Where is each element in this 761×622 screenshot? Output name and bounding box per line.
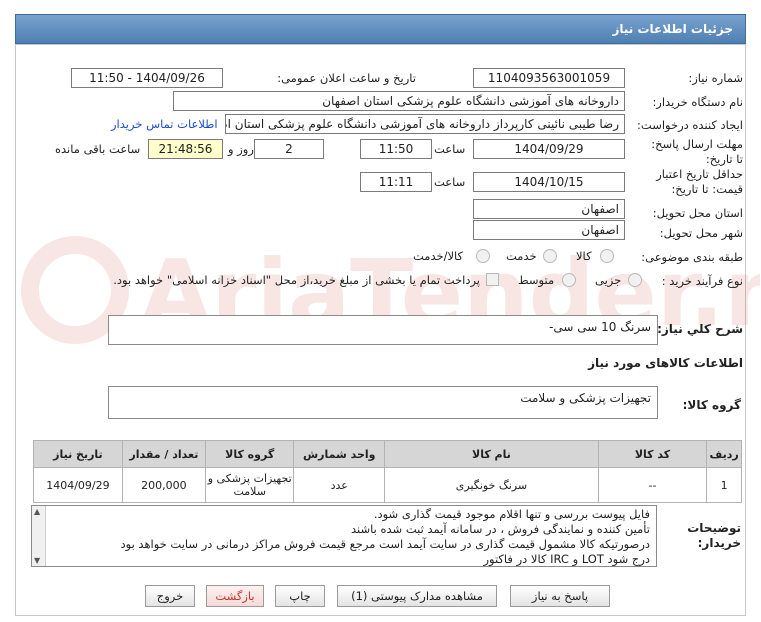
process-option-minor: جزیی	[595, 273, 622, 287]
back-button[interactable]: بازگشت	[206, 585, 264, 607]
cell-quantity: 200,000	[121, 467, 206, 503]
col-header-date: تاریخ نیاز	[33, 440, 123, 468]
col-header-name: نام کالا	[384, 440, 599, 468]
page-header: جزئیات اطلاعات نیاز	[15, 14, 746, 44]
col-header-row-number: ردیف	[706, 440, 742, 468]
exit-button[interactable]: خروج	[145, 585, 195, 607]
need-number-label: شماره نیاز:	[688, 71, 743, 85]
scroll-up-icon[interactable]: ▲	[34, 507, 40, 516]
province-field: اصفهان	[473, 199, 625, 219]
buyer-notes-box: ▲ ▼ فایل پیوست بررسی و تنها اقلام موجود …	[31, 505, 657, 567]
validity-label: حداقل تاریخ اعتبار قیمت: تا تاریخ:	[656, 167, 743, 196]
deadline-time-field: 11:50	[360, 139, 432, 159]
city-label: شهر محل تحویل:	[659, 226, 743, 240]
payment-note: پرداخت تمام یا بخشی از مبلغ خرید،از محل …	[113, 273, 480, 287]
days-field: 2	[254, 139, 324, 159]
days-word: روز و	[228, 142, 254, 156]
category-label: طبقه بندی موضوعی:	[641, 250, 743, 264]
cell-unit: عدد	[293, 467, 386, 503]
process-label: نوع فرآیند خرید :	[661, 274, 743, 288]
view-attachments-button[interactable]: مشاهده مدارک پیوستی (1)	[337, 585, 497, 607]
deadline-time-word: ساعت	[434, 142, 466, 156]
need-desc-label: شرح کلي نياز:	[657, 322, 743, 336]
items-table: ردیف کد کالا نام کالا واحد شمارش گروه کا…	[33, 440, 742, 503]
buyer-org-label: نام دستگاه خریدار:	[652, 95, 743, 109]
process-radio-medium[interactable]	[562, 273, 576, 287]
col-header-group: گروه کالا	[204, 440, 295, 468]
buyer-org-field: داروخانه های آموزشی دانشگاه علوم پزشکی ا…	[173, 91, 625, 111]
cell-date: 1404/09/29	[33, 467, 123, 503]
deadline-label: مهلت ارسال پاسخ: تا تاریخ:	[651, 137, 743, 166]
validity-time-word: ساعت	[434, 175, 466, 189]
need-desc-box: سرنگ 10 سی سی-	[108, 315, 658, 345]
contact-buyer-link[interactable]: اطلاعات تماس خریدار	[111, 117, 218, 131]
category-option-goods: کالا	[576, 249, 592, 263]
cell-row-number: 1	[706, 467, 742, 503]
goods-group-box: تجهیزات پزشکی و سلامت	[108, 386, 658, 419]
col-header-code: کد کالا	[597, 440, 708, 468]
announce-field: 1404/09/26 - 11:50	[71, 68, 223, 88]
notes-scrollbar[interactable]: ▲ ▼	[32, 506, 46, 566]
col-header-unit: واحد شمارش	[293, 440, 386, 468]
cell-name: سرنگ خونگیری	[384, 467, 599, 503]
creator-label: ایجاد کننده درخواست:	[637, 118, 743, 132]
category-radio-service[interactable]	[543, 249, 557, 263]
deadline-date-field: 1404/09/29	[473, 139, 625, 159]
col-header-quantity: تعداد / مقدار	[121, 440, 206, 468]
creator-field: رضا طیبی نائینی کارپرداز داروخانه های آم…	[225, 114, 625, 134]
note-line: درصورتیکه کالا مشمول قیمت گذاری در سایت …	[120, 537, 650, 551]
need-number-field: 1104093563001059	[473, 68, 625, 88]
print-button[interactable]: چاپ	[275, 585, 325, 607]
province-label: استان محل تحویل:	[652, 206, 743, 220]
scroll-down-icon[interactable]: ▼	[34, 556, 40, 565]
remaining-time-field: 21:48:56	[148, 139, 223, 159]
remaining-word: ساعت باقی مانده	[55, 142, 141, 156]
buyer-notes-label: توضیحات خریدار:	[687, 521, 741, 550]
goods-group-label: گروه کالا:	[682, 398, 741, 412]
category-radio-both[interactable]	[476, 249, 490, 263]
note-line: فایل پیوست بررسی و تنها اقلام موجود قیمت…	[373, 507, 650, 521]
cell-code: --	[597, 467, 708, 503]
validity-date-field: 1404/10/15	[473, 172, 625, 192]
table-row: 1 -- سرنگ خونگیری عدد تجهیزات پزشکی و سل…	[33, 467, 742, 503]
reply-button[interactable]: پاسخ به نیاز	[510, 585, 610, 607]
category-option-service: خدمت	[506, 249, 537, 263]
process-radio-minor[interactable]	[628, 273, 642, 287]
note-line: تأمین کننده و نمایندگی فروش ، در سامانه …	[350, 522, 650, 536]
announce-label: تاریخ و ساعت اعلان عمومی:	[277, 71, 416, 85]
category-radio-goods[interactable]	[600, 249, 614, 263]
validity-time-field: 11:11	[360, 172, 432, 192]
treasury-checkbox[interactable]	[486, 273, 499, 286]
city-field: اصفهان	[473, 220, 625, 240]
note-line: درج شود LOT و IRC کالا در فاکتور	[483, 552, 650, 566]
process-option-medium: متوسط	[518, 273, 555, 287]
goods-info-title: اطلاعات کالاهای مورد نیاز	[588, 356, 743, 370]
table-header-row: ردیف کد کالا نام کالا واحد شمارش گروه کا…	[33, 440, 742, 468]
category-option-both: کالا/خدمت	[413, 249, 464, 263]
cell-group: تجهیزات پزشکی و سلامت	[204, 467, 295, 503]
